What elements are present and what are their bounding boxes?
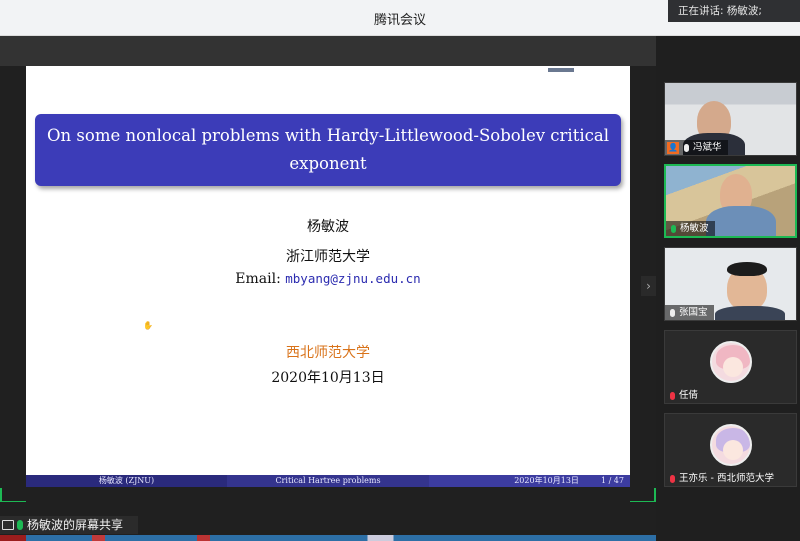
screen-share-icon [2, 520, 14, 530]
mic-muted-icon [670, 391, 675, 400]
footer-title: Critical Hartree problems [227, 475, 429, 487]
participant-tile[interactable]: 👤 冯斌华 [664, 82, 797, 156]
screen-share-tag: 杨敏波的屏幕共享 [0, 516, 138, 534]
footer-page: 1 / 47 [600, 476, 624, 485]
participant-name: 冯斌华 [693, 142, 722, 153]
participant-name: 王亦乐 - 西北师范大学 [679, 473, 774, 484]
participant-hair [727, 262, 767, 276]
participant-name-tag: 👤 冯斌华 [665, 140, 728, 155]
share-border-left [0, 488, 2, 502]
footer-date: 2020年10月13日 [514, 476, 579, 485]
participant-tile[interactable]: 张国宝 [664, 247, 797, 321]
email-link[interactable]: mbyang@zjnu.edu.cn [285, 271, 420, 286]
participant-name-tag: 王亦乐 - 西北师范大学 [665, 471, 780, 486]
slide-footer: 杨敏波 (ZJNU) Critical Hartree problems 202… [26, 475, 630, 487]
participant-tile[interactable]: 任倩 [664, 330, 797, 404]
participant-name-tag: 任倩 [665, 388, 704, 403]
slide-email-line: Email: mbyang@zjnu.edu.cn [26, 271, 630, 287]
slide-nav-icon [548, 68, 574, 72]
slide-title: On some nonlocal problems with Hardy-Lit… [35, 114, 621, 186]
stage-top-bar [0, 36, 656, 66]
footer-author: 杨敏波 (ZJNU) [26, 475, 227, 487]
participant-tile[interactable]: 王亦乐 - 西北师范大学 [664, 413, 797, 487]
share-border-bottom-left [0, 501, 26, 502]
screen-share-label: 杨敏波的屏幕共享 [27, 518, 124, 532]
footer-meta: 2020年10月13日 1 / 47 [429, 475, 630, 487]
mic-icon [684, 143, 689, 152]
mic-icon [17, 520, 23, 530]
participant-avatar [710, 424, 752, 466]
participant-name: 任倩 [679, 390, 699, 401]
participant-name-tag: 杨敏波 [666, 221, 715, 236]
speaking-indicator: 正在讲话: 杨敏波; [668, 0, 800, 22]
slide-author: 杨敏波 [307, 219, 349, 235]
taskbar-strip [0, 535, 656, 541]
participant-tile-active[interactable]: 杨敏波 [664, 164, 797, 238]
participant-avatar [710, 341, 752, 383]
email-label: Email: [235, 271, 286, 287]
mic-muted-icon [670, 474, 675, 483]
participant-body [715, 306, 785, 320]
user-icon: 👤 [667, 141, 679, 154]
slide-date: 2020年10月13日 [271, 370, 385, 386]
chevron-right-icon: › [646, 279, 651, 293]
participant-name: 张国宝 [679, 307, 708, 318]
mouse-cursor-icon: ✋ [143, 321, 153, 330]
participant-body [706, 206, 776, 236]
share-border-bottom-right [630, 501, 656, 502]
mic-icon [671, 224, 676, 233]
mic-icon [670, 308, 675, 317]
expand-sidebar-button[interactable]: › [641, 276, 656, 296]
slide-host: 西北师范大学 [286, 345, 370, 361]
participant-name-tag: 张国宝 [665, 305, 714, 320]
slide-affiliation: 浙江师范大学 [286, 249, 370, 265]
participant-name: 杨敏波 [680, 223, 709, 234]
